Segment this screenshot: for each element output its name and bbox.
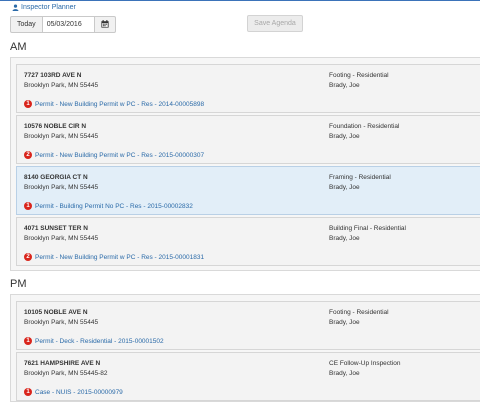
inspection-type: Framing - Residential [329,174,391,181]
record-link[interactable]: 2 Permit - New Building Permit w PC - Re… [24,151,204,159]
item-city: Brooklyn Park, MN 55445 [24,133,99,140]
agenda-item-selected[interactable]: 8140 GEORGIA CT N Brooklyn Park, MN 5544… [16,166,480,215]
section-title-am: AM [10,41,27,53]
record-link[interactable]: 1 Case - NUIS - 2015-00000979 [24,388,123,396]
record-label: Permit - New Building Permit w PC - Res … [35,151,205,159]
count-badge: 1 [24,388,32,396]
item-address: 7727 103RD AVE N [24,72,82,79]
inspector-name: Brady, Joe [329,370,360,377]
record-link[interactable]: 1 Permit - New Building Permit w PC - Re… [24,100,204,108]
count-badge: 2 [24,253,32,261]
item-city: Brooklyn Park, MN 55445 [24,319,99,326]
today-button[interactable]: Today [10,15,43,33]
planner-link-label: Inspector Planner [21,4,76,11]
agenda-item[interactable]: 7621 HAMPSHIRE AVE N Brooklyn Park, MN 5… [16,352,480,401]
save-agenda-button[interactable]: Save Agenda [247,15,303,32]
pm-panel: 10105 NOBLE AVE N Brooklyn Park, MN 5544… [10,294,480,402]
agenda-item[interactable]: 10576 NOBLE CIR N Brooklyn Park, MN 5544… [16,115,480,164]
count-badge: 1 [24,100,32,108]
item-address: 7621 HAMPSHIRE AVE N [24,360,101,367]
inspector-name: Brady, Joe [329,133,360,140]
item-city: Brooklyn Park, MN 55445-82 [24,370,108,377]
inspection-type: Footing - Residential [329,309,389,316]
inspector-name: Brady, Joe [329,235,360,242]
record-label: Permit - New Building Permit w PC - Res … [35,100,205,108]
item-address: 8140 GEORGIA CT N [24,174,88,181]
agenda-item[interactable]: 4071 SUNSET TER N Brooklyn Park, MN 5544… [16,217,480,266]
agenda-item[interactable]: 10105 NOBLE AVE N Brooklyn Park, MN 5544… [16,301,480,350]
count-badge: 1 [24,202,32,210]
record-link[interactable]: 1 Permit - Building Permit No PC - Res -… [24,202,193,210]
inspector-name: Brady, Joe [329,184,360,191]
record-label: Permit - New Building Permit w PC - Res … [35,253,205,261]
item-city: Brooklyn Park, MN 55445 [24,82,99,89]
record-label: Case - NUIS - 2015-00000979 [35,388,123,396]
record-label: Permit - Deck - Residential - 2015-00001… [35,337,164,345]
agenda-item[interactable]: 7727 103RD AVE N Brooklyn Park, MN 55445… [16,64,480,113]
date-toolbar: Today 05/03/2016 [10,15,116,33]
inspector-name: Brady, Joe [329,82,360,89]
inspector-name: Brady, Joe [329,319,360,326]
calendar-button[interactable] [94,15,116,33]
top-border [0,0,480,1]
am-panel: 7727 103RD AVE N Brooklyn Park, MN 55445… [10,57,480,271]
inspection-type: Footing - Residential [329,72,389,79]
record-label: Permit - Building Permit No PC - Res - 2… [35,202,193,210]
inspection-type: CE Follow-Up Inspection [329,360,401,367]
calendar-icon [101,20,109,28]
item-address: 10105 NOBLE AVE N [24,309,88,316]
item-city: Brooklyn Park, MN 55445 [24,184,99,191]
item-address: 10576 NOBLE CIR N [24,123,87,130]
item-city: Brooklyn Park, MN 55445 [24,235,99,242]
user-icon [12,4,19,11]
date-input[interactable]: 05/03/2016 [42,15,95,33]
section-title-pm: PM [10,278,27,290]
count-badge: 1 [24,337,32,345]
record-link[interactable]: 2 Permit - New Building Permit w PC - Re… [24,253,204,261]
count-badge: 2 [24,151,32,159]
inspection-type: Foundation - Residential [329,123,400,130]
record-link[interactable]: 1 Permit - Deck - Residential - 2015-000… [24,337,164,345]
inspection-type: Building Final - Residential [329,225,406,232]
item-address: 4071 SUNSET TER N [24,225,88,232]
inspector-planner-link[interactable]: Inspector Planner [12,4,76,11]
